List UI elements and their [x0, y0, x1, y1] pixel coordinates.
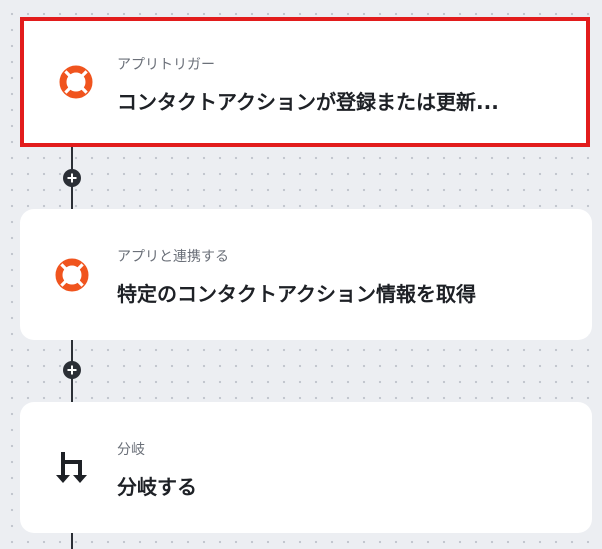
step-title: 分岐する: [117, 475, 197, 499]
lifebuoy-icon: [52, 255, 92, 295]
lifebuoy-icon: [56, 62, 96, 102]
connector-line: [71, 531, 73, 549]
step-title: コンタクトアクションが登録または更新...: [117, 90, 499, 114]
step-category-label: 分岐: [117, 442, 145, 458]
flow-step-card-branch[interactable]: 分岐 分岐する: [20, 402, 592, 533]
step-category-label: アプリと連携する: [117, 249, 229, 265]
branch-icon: [52, 448, 92, 488]
plus-icon: [67, 173, 77, 183]
flow-step-card-trigger[interactable]: アプリトリガー コンタクトアクションが登録または更新...: [20, 17, 590, 147]
add-step-button[interactable]: [63, 169, 81, 187]
step-title: 特定のコンタクトアクション情報を取得: [117, 282, 476, 306]
add-step-button[interactable]: [63, 361, 81, 379]
plus-icon: [67, 365, 77, 375]
flow-step-card-app-action[interactable]: アプリと連携する 特定のコンタクトアクション情報を取得: [20, 209, 592, 340]
step-category-label: アプリトリガー: [117, 57, 215, 73]
